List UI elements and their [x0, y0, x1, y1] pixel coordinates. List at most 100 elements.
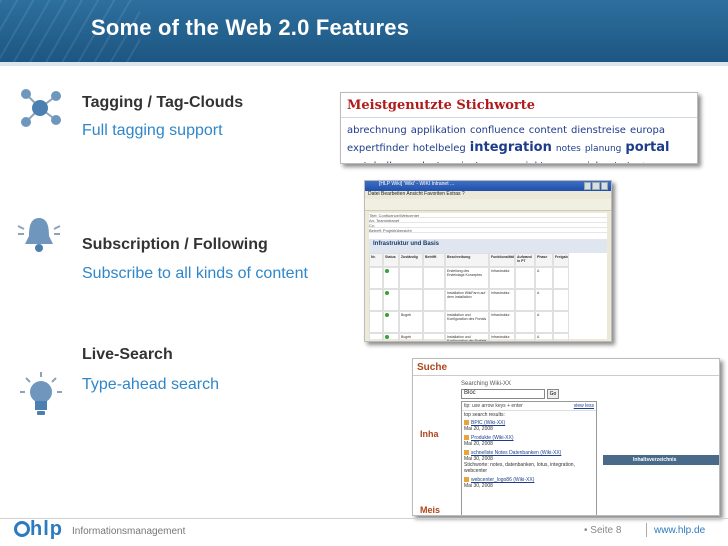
tag-link[interactable]: portal	[625, 140, 669, 156]
document-icon	[464, 435, 469, 441]
table-header-cell: Status	[383, 253, 399, 267]
table-cell	[369, 289, 383, 311]
search-result-date: Mai 20, 2008	[464, 426, 493, 432]
table-cell	[423, 289, 445, 311]
doc-line: Betreff: Projektübersicht	[369, 228, 607, 233]
search-result-item[interactable]: Produkte (Wiki-XX) Mai 20, 2008	[462, 434, 596, 449]
table-cell	[399, 267, 423, 289]
search-result-keywords: Stichworte: notes, datenbanken, lotus, i…	[464, 462, 575, 474]
footer-divider	[0, 518, 728, 519]
tag-cloud: abrechnung applikation confluence content di…	[347, 121, 697, 163]
table-cell: A	[535, 311, 553, 333]
table-cell	[515, 289, 535, 311]
tag-link[interactable]: europa	[630, 123, 665, 139]
table-cell	[553, 311, 569, 333]
table-cell	[423, 333, 445, 341]
section-heading-live-search: Live-Search	[82, 346, 173, 363]
table-cell	[515, 267, 535, 289]
footer-url[interactable]: www.hlp.de	[654, 525, 705, 536]
view-less-link[interactable]: view less	[574, 403, 594, 409]
tag-link[interactable]: expertfinder	[347, 141, 409, 157]
status-ok-icon	[385, 335, 389, 339]
tag-cloud-title: Meistgenutzte Stichworte	[347, 98, 536, 113]
table-cell	[423, 267, 445, 289]
table-cell	[553, 333, 569, 341]
table-cell: Infrastruktur	[489, 267, 515, 289]
tag-link[interactable]: portalrolle	[347, 159, 398, 163]
side-heading: Inha	[420, 429, 439, 439]
table-cell: A	[535, 289, 553, 311]
window-menu-bar[interactable]: Datei Bearbeiten Ansicht Favoriten Extra…	[365, 191, 611, 199]
table-cell: Installation WikiFarm auf dem Installati…	[445, 289, 489, 311]
table-cell: Installation und Konfiguration des Porta…	[445, 311, 489, 333]
search-result-item[interactable]: webcenter_logo86 (Wiki-XX) Mai 30, 2008	[462, 476, 596, 491]
tag-link[interactable]: confluence	[470, 123, 525, 139]
search-results-dropdown: tip: use arrow keys + enter view less to…	[461, 401, 597, 515]
tag-link[interactable]: dienstreise	[571, 123, 626, 139]
table-cell	[515, 311, 535, 333]
table-cell	[399, 289, 423, 311]
tag-cloud-divider	[341, 117, 697, 118]
table-of-contents-bar: Inhaltsverzeichnis	[603, 455, 719, 465]
bell-icon	[17, 218, 61, 252]
table-cell	[383, 311, 399, 333]
doc-table: Nr. Status Zuständig Betrifft Beschreibung Fu…	[369, 253, 607, 341]
table-header-cell: Zuständig	[399, 253, 423, 267]
title-underline	[0, 62, 728, 66]
tag-link[interactable]: quick	[575, 159, 602, 163]
tag-link[interactable]: hotelbeleg	[413, 141, 466, 157]
table-header-cell: Phase	[535, 253, 553, 267]
tag-link[interactable]: integration	[470, 140, 552, 156]
top-results-label: top search results:	[464, 412, 505, 418]
table-cell: Installation und Konfiguration der Portl…	[445, 333, 489, 341]
tag-link[interactable]: projektraum	[509, 159, 570, 163]
search-result-item[interactable]: schnellste Notes Datenbanken (Wiki-XX) Ma…	[462, 449, 596, 476]
search-input[interactable]: Bloc	[461, 389, 545, 399]
document-icon	[464, 477, 469, 483]
table-cell	[383, 267, 399, 289]
search-label: Searching Wiki-XX	[461, 381, 512, 387]
title-bar: Some of the Web 2.0 Features	[0, 0, 728, 62]
table-cell	[369, 333, 383, 341]
table-cell: Erstellung des Ersteinlage Konzeptes	[445, 267, 489, 289]
table-cell: A	[535, 333, 553, 341]
network-nodes-icon	[21, 89, 61, 127]
table-header-cell: Freigabe	[553, 253, 569, 267]
status-ok-icon	[385, 269, 389, 273]
document-icon	[464, 420, 469, 426]
table-header-cell: Nr.	[369, 253, 383, 267]
table-header-cell: Aufwand in PT	[515, 253, 535, 267]
tag-link[interactable]: reisekosten	[605, 159, 657, 163]
table-cell	[383, 289, 399, 311]
table-cell	[515, 333, 535, 341]
tag-link[interactable]: projectroom	[445, 159, 506, 163]
status-ok-icon	[385, 291, 389, 295]
live-search-screenshot: Suche Inha Meis Inhaltsverzeichnis Searc…	[412, 358, 720, 516]
tag-link[interactable]: planung	[585, 141, 622, 157]
window-controls[interactable]	[584, 182, 608, 190]
tag-link[interactable]: content	[529, 123, 567, 139]
section-heading-tagging: Tagging / Tag-Clouds	[82, 94, 244, 111]
window-toolbar[interactable]	[365, 199, 611, 211]
tag-link[interactable]: notes	[556, 141, 581, 157]
table-header-cell: Funktionalitäten	[489, 253, 515, 267]
table-cell	[383, 333, 399, 341]
tag-link[interactable]: product	[402, 159, 440, 163]
table-cell	[369, 267, 383, 289]
search-go-button[interactable]: Go	[547, 389, 559, 399]
hlp-logo-ring-icon	[14, 521, 30, 537]
section-subtitle-live-search: Type-ahead search	[82, 376, 219, 393]
footer-tagline: Informationsmanagement	[72, 526, 186, 537]
section-subtitle-subscription: Subscribe to all kinds of content	[82, 265, 308, 282]
table-header-cell: Betrifft	[423, 253, 445, 267]
search-result-item[interactable]: BPIC (Wiki-XX) Mai 20, 2008	[462, 419, 596, 434]
search-hint: tip: use arrow keys + enter view less	[462, 402, 596, 411]
window-document: Titel: Confluence/Webcenter An: Teamintr…	[369, 213, 607, 341]
tag-link[interactable]: abrechnung	[347, 123, 407, 139]
table-header-cell: Beschreibung	[445, 253, 489, 267]
table-cell: Bugeb	[399, 333, 423, 341]
tag-link[interactable]: applikation	[411, 123, 466, 139]
search-results-list: BPIC (Wiki-XX) Mai 20, 2008 Produkte (Wiki…	[462, 419, 596, 491]
table-cell: Bugeb	[399, 311, 423, 333]
table-cell: A	[535, 267, 553, 289]
